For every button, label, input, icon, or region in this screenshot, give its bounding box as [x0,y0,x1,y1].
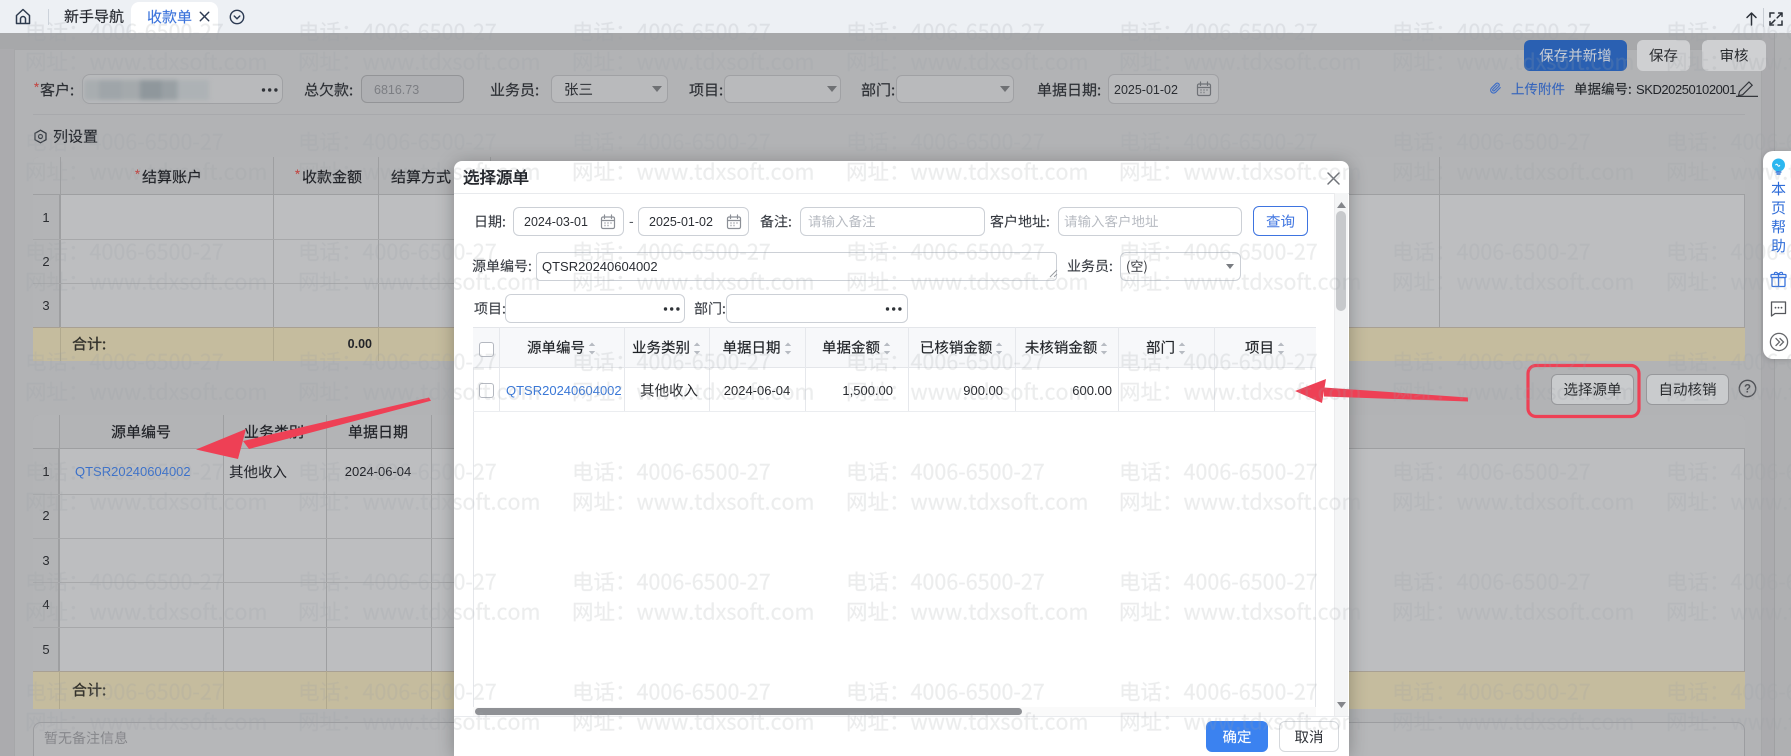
svg-text:?: ? [1744,384,1751,396]
